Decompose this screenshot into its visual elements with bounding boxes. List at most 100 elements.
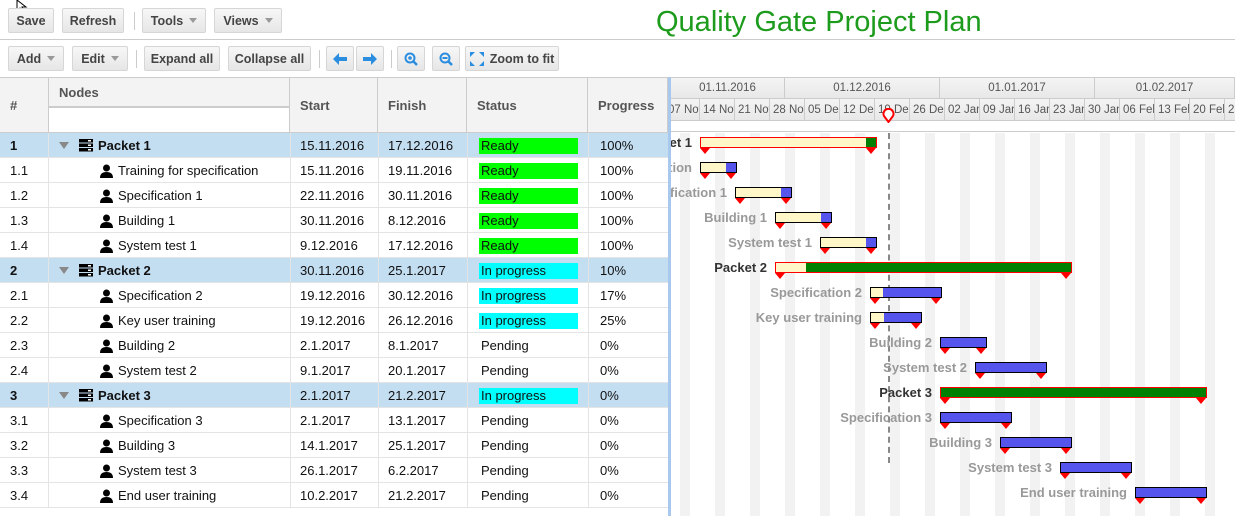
edit-menu-button[interactable]: Edit [72,46,128,71]
zoom-to-fit-button[interactable]: Zoom to fit [465,46,559,71]
end-marker-icon[interactable] [911,323,921,329]
start-marker-icon[interactable] [700,148,710,154]
start-marker-icon[interactable] [775,273,785,279]
save-button[interactable]: Save [8,8,54,33]
week-header: 06 Feb [1120,99,1155,121]
end-marker-icon[interactable] [781,198,791,204]
task-row[interactable]: 3.4 End user training 10.2.2017 21.2.2017… [0,483,668,508]
end-marker-icon[interactable] [866,148,876,154]
task-bar[interactable] [1000,437,1072,448]
start-marker-icon[interactable] [975,373,985,379]
start-marker-icon[interactable] [1000,448,1010,454]
start-marker-icon[interactable] [940,348,950,354]
start-marker-icon[interactable] [820,248,830,254]
task-bar[interactable] [735,187,792,198]
start-marker-icon[interactable] [700,173,710,179]
task-row[interactable]: 2.4 System test 2 9.1.2017 20.1.2017 Pend… [0,358,668,383]
task-bar[interactable] [1060,462,1132,473]
column-header-number[interactable]: # [0,78,49,133]
column-divider [378,383,379,408]
packet-bar[interactable] [940,387,1207,398]
end-marker-icon[interactable] [1036,373,1046,379]
progress-fill [701,163,726,172]
task-bar[interactable] [940,337,987,348]
task-bar[interactable] [775,212,832,223]
task-row[interactable]: 2.1 Specification 2 19.12.2016 30.12.2016… [0,283,668,308]
packet-row[interactable]: 3 Packet 3 2.1.2017 21.2.2017 In progress… [0,383,668,408]
task-bar[interactable] [1135,487,1207,498]
collapse-toggle-icon[interactable] [59,133,69,158]
scroll-left-button[interactable] [326,46,354,71]
row-number: 1.4 [10,238,29,253]
zoom-out-button[interactable] [432,46,460,71]
nodes-filter-input[interactable] [49,107,290,133]
refresh-button[interactable]: Refresh [62,8,124,33]
packet-row[interactable]: 1 Packet 1 15.11.2016 17.12.2016 Ready 10… [0,133,668,158]
column-header-status[interactable]: Status [467,78,588,133]
task-row[interactable]: 2.2 Key user training 19.12.2016 26.12.20… [0,308,668,333]
collapse-toggle-icon[interactable] [59,383,69,408]
node-name: Packet 2 [98,263,151,278]
end-marker-icon[interactable] [1196,398,1206,404]
end-marker-icon[interactable] [1121,473,1131,479]
column-header-finish[interactable]: Finish [378,78,467,133]
packet-bar[interactable] [700,137,877,148]
end-marker-icon[interactable] [1001,423,1011,429]
task-row[interactable]: 1.1 Training for specification 15.11.2016… [0,158,668,183]
add-menu-button[interactable]: Add [8,46,64,71]
progress-value: 0% [600,413,619,428]
person-icon [100,208,113,233]
task-row[interactable]: 3.1 Specification 3 2.1.2017 13.1.2017 Pe… [0,408,668,433]
start-marker-icon[interactable] [735,198,745,204]
end-marker-icon[interactable] [976,348,986,354]
collapse-all-button[interactable]: Collapse all [228,46,311,71]
views-menu-button[interactable]: Views [214,8,282,33]
task-row[interactable]: 3.2 Building 3 14.1.2017 25.1.2017 Pendin… [0,433,668,458]
task-row[interactable]: 2.3 Building 2 2.1.2017 8.1.2017 Pending … [0,333,668,358]
column-divider [588,208,589,233]
end-marker-icon[interactable] [821,223,831,229]
expand-all-button[interactable]: Expand all [144,46,220,71]
end-marker-icon[interactable] [1061,273,1071,279]
packet-row[interactable]: 2 Packet 2 30.11.2016 25.1.2017 In progre… [0,258,668,283]
expand-all-label: Expand all [150,51,214,66]
column-divider [588,183,589,208]
month-header: 01.01.2017 [940,78,1095,99]
column-header-nodes[interactable]: Nodes [49,78,290,107]
zoom-in-button[interactable] [397,46,425,71]
end-marker-icon[interactable] [866,248,876,254]
task-row[interactable]: 1.3 Building 1 30.11.2016 8.12.2016 Ready… [0,208,668,233]
start-marker-icon[interactable] [1135,498,1145,504]
gantt-bar-label: Building 2 [869,335,932,350]
task-bar[interactable] [820,237,877,248]
end-marker-icon[interactable] [931,298,941,304]
task-bar[interactable] [870,287,942,298]
start-marker-icon[interactable] [940,423,950,429]
task-row[interactable]: 1.2 Specification 1 22.11.2016 30.11.2016… [0,183,668,208]
start-marker-icon[interactable] [870,323,880,329]
task-bar[interactable] [975,362,1047,373]
column-header-progress[interactable]: Progress [588,78,668,133]
column-header-start[interactable]: Start [290,78,378,133]
tools-menu-button[interactable]: Tools [142,8,206,33]
start-marker-icon[interactable] [1060,473,1070,479]
finish-date: 19.11.2016 [388,163,453,178]
gantt-bar-label: System test 3 [968,460,1052,475]
task-bar[interactable] [700,162,737,173]
task-row[interactable]: 1.4 System test 1 9.12.2016 17.12.2016 Re… [0,233,668,258]
start-marker-icon[interactable] [775,223,785,229]
start-marker-icon[interactable] [870,298,880,304]
collapse-toggle-icon[interactable] [59,258,69,283]
start-marker-icon[interactable] [940,398,950,404]
packet-bar[interactable] [775,262,1072,273]
task-row[interactable]: 3.3 System test 3 26.1.2017 6.2.2017 Pend… [0,458,668,483]
task-bar[interactable] [940,412,1012,423]
end-marker-icon[interactable] [726,173,736,179]
end-marker-icon[interactable] [1196,498,1206,504]
column-divider [48,408,49,433]
task-bar[interactable] [870,312,922,323]
scroll-right-button[interactable] [356,46,384,71]
end-marker-icon[interactable] [1061,448,1071,454]
column-divider [378,133,379,158]
divider [136,50,137,68]
